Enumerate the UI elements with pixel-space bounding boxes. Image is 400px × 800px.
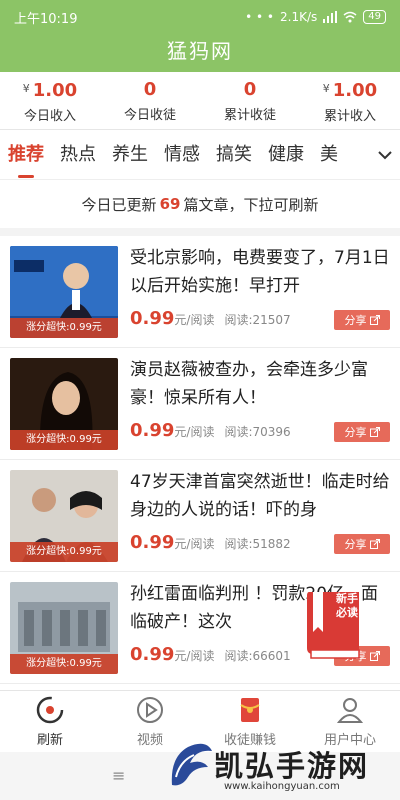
watermark-brand: 凯弘手游网 — [214, 749, 370, 783]
stat-today-income[interactable]: ¥1.00 今日收入 — [0, 72, 100, 129]
read-count: 阅读:51882 — [224, 537, 291, 551]
share-icon — [369, 427, 380, 437]
earn-badge: 涨分超快:0.99元 — [10, 542, 118, 562]
stat-label: 今日收徒 — [123, 108, 176, 123]
read-count: 阅读:21507 — [224, 313, 291, 327]
tab-health[interactable]: 健康 — [268, 130, 304, 179]
stat-value: 0 — [143, 79, 157, 100]
stat-value: 0 — [243, 79, 257, 100]
earnings-summary: ¥1.00 今日收入 0 今日收徒 0 累计收徒 ¥1.00 累计收入 — [0, 72, 400, 130]
refresh-icon — [36, 696, 64, 724]
update-notice: 今日已更新 69 篇文章，下拉可刷新 — [0, 180, 400, 236]
watermark-url: www.kaihongyuan.com — [224, 781, 340, 792]
nav-refresh[interactable]: 刷新 — [0, 691, 100, 752]
earn-badge: 涨分超快:0.99元 — [10, 430, 118, 450]
tab-funny[interactable]: 搞笑 — [216, 130, 252, 179]
signal-icon — [323, 11, 338, 23]
tab-recommend[interactable]: 推荐 — [8, 130, 44, 179]
list-item[interactable]: 涨分超快:0.99元 演员赵薇被查办，会牵连多少富豪！惊呆所有人！ 0.99元/… — [0, 348, 400, 460]
tab-beauty[interactable]: 美 — [320, 130, 338, 179]
article-title[interactable]: 47岁天津首富突然逝世！临走时给身边的人说的话！吓的身 — [130, 468, 392, 524]
beginner-guide-label: 新手必读 — [336, 592, 358, 619]
menu-icon[interactable]: ≡ — [112, 766, 125, 785]
read-count: 阅读:66601 — [224, 649, 291, 663]
share-icon — [369, 651, 380, 661]
app-title: 猛犸网 — [0, 34, 400, 72]
nav-label: 视频 — [136, 733, 163, 748]
earn-badge: 涨分超快:0.99元 — [10, 318, 118, 338]
user-icon — [336, 698, 364, 723]
stat-total-apprentices[interactable]: 0 累计收徒 — [200, 72, 300, 129]
article-thumbnail: 涨分超快:0.99元 — [10, 470, 118, 562]
article-title[interactable]: 演员赵薇被查办，会牵连多少富豪！惊呆所有人！ — [130, 356, 392, 412]
stat-total-income[interactable]: ¥1.00 累计收入 — [300, 72, 400, 129]
share-icon — [369, 539, 380, 549]
price: 0.99元/阅读 — [130, 420, 215, 441]
read-count: 阅读:70396 — [224, 425, 291, 439]
ellipsis-icon: • • • — [245, 10, 275, 24]
stat-label: 累计收入 — [323, 109, 376, 124]
list-item[interactable]: 涨分超快:0.99元 47岁天津首富突然逝世！临走时给身边的人说的话！吓的身 0… — [0, 460, 400, 572]
network-speed: 2.1K/s — [280, 10, 318, 24]
update-count: 69 — [159, 195, 181, 213]
stat-value: 1.00 — [32, 80, 78, 101]
watermark: 凯弘手游网 www.kaihongyuan.com — [166, 735, 396, 797]
share-button[interactable]: 分享 — [334, 422, 390, 442]
stat-value: 1.00 — [332, 80, 378, 101]
chevron-down-icon[interactable] — [370, 130, 400, 179]
price: 0.99元/阅读 — [130, 644, 215, 665]
stat-label: 累计收徒 — [223, 108, 276, 123]
stat-label: 今日收入 — [23, 109, 76, 124]
share-button[interactable]: 分享 — [334, 534, 390, 554]
beginner-guide-button[interactable]: 新手必读 — [303, 588, 363, 664]
wifi-icon — [343, 11, 357, 23]
tab-health-care[interactable]: 养生 — [112, 130, 148, 179]
battery-icon: 49 — [363, 10, 386, 24]
play-icon — [137, 697, 163, 723]
stat-today-apprentices[interactable]: 0 今日收徒 — [100, 72, 200, 129]
list-item[interactable]: 涨分超快:0.99元 受北京影响，电费要变了，7月1日以后开始实施！早打开 0.… — [0, 236, 400, 348]
red-envelope-icon — [240, 698, 260, 722]
share-button[interactable]: 分享 — [334, 310, 390, 330]
article-title[interactable]: 受北京影响，电费要变了，7月1日以后开始实施！早打开 — [130, 244, 392, 300]
price: 0.99元/阅读 — [130, 532, 215, 553]
tab-emotion[interactable]: 情感 — [164, 130, 200, 179]
article-thumbnail: 涨分超快:0.99元 — [10, 582, 118, 674]
category-tabs: 推荐 热点 养生 情感 搞笑 健康 美 — [0, 130, 400, 180]
earn-badge: 涨分超快:0.99元 — [10, 654, 118, 674]
status-time: 上午10:19 — [14, 11, 78, 27]
price: 0.99元/阅读 — [130, 308, 215, 329]
article-thumbnail: 涨分超快:0.99元 — [10, 358, 118, 450]
watermark-logo — [171, 743, 212, 786]
status-bar: 上午10:19 • • • 2.1K/s 49 — [0, 0, 400, 34]
article-thumbnail: 涨分超快:0.99元 — [10, 246, 118, 338]
share-icon — [369, 315, 380, 325]
tab-hot[interactable]: 热点 — [60, 130, 96, 179]
nav-label: 刷新 — [36, 733, 63, 748]
